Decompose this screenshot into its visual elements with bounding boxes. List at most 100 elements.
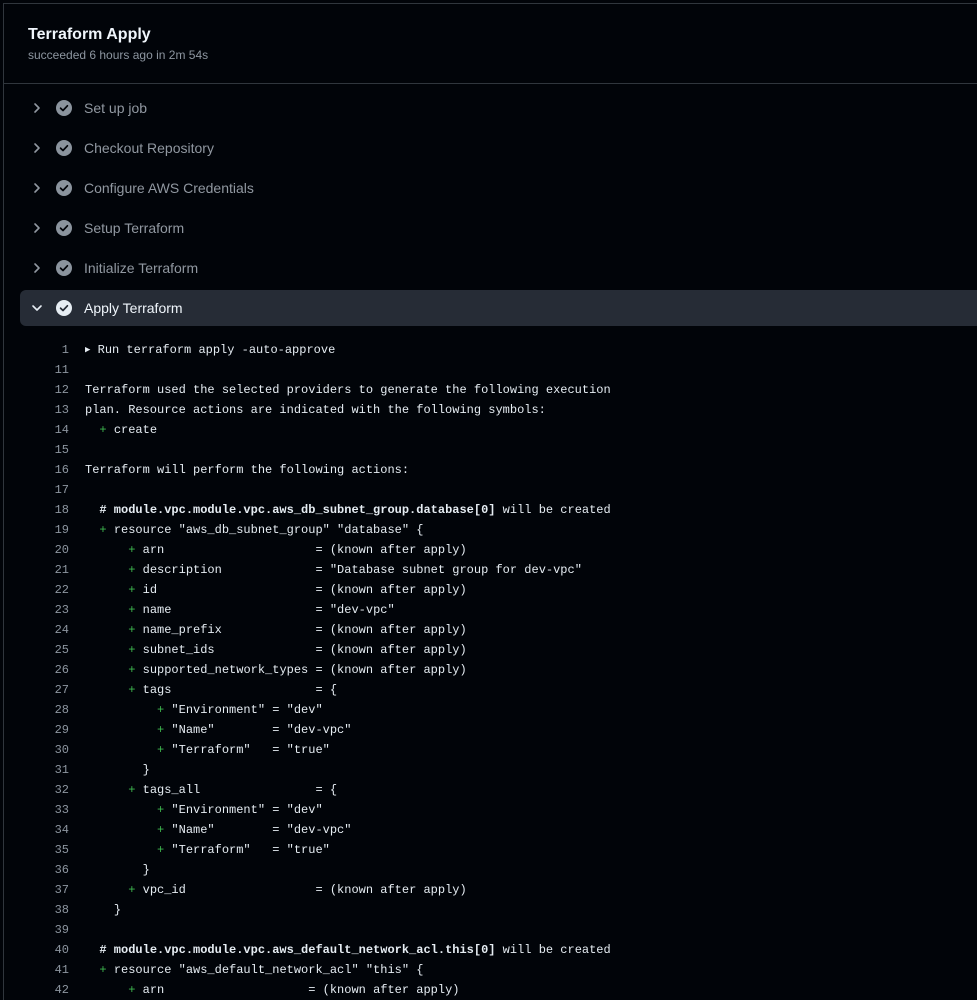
line-number[interactable]: 19 [4,520,69,540]
step-set-up-job[interactable]: Set up job [20,90,977,126]
line-number[interactable]: 14 [4,420,69,440]
log-text: + "Name" = "dev-vpc" [85,820,351,840]
log-line: 18 # module.vpc.module.vpc.aws_db_subnet… [4,500,977,520]
log-text: ▶ Run terraform apply -auto-approve [85,340,335,361]
log-line: 15 [4,440,977,460]
line-number[interactable]: 38 [4,900,69,920]
line-number[interactable]: 25 [4,640,69,660]
line-number[interactable]: 24 [4,620,69,640]
step-label: Apply Terraform [84,300,183,316]
log-content: plan. Resource actions are indicated wit… [85,403,546,417]
log-line: 14 + create [4,420,977,440]
log-content: name_prefix = (known after apply) [142,623,467,637]
line-number[interactable]: 41 [4,960,69,980]
diff-plus-marker: + [128,683,136,697]
log-content: Run terraform apply -auto-approve [97,343,336,357]
line-number[interactable]: 17 [4,480,69,500]
log-line: 36 } [4,860,977,880]
line-number[interactable]: 13 [4,400,69,420]
step-setup-terraform[interactable]: Setup Terraform [20,210,977,246]
job-status-summary: succeeded 6 hours ago in 2m 54s [28,48,209,62]
log-line: 11 [4,360,977,380]
log-content: resource "aws_default_network_acl" "this… [113,963,424,977]
step-label: Setup Terraform [84,220,185,236]
line-number[interactable]: 26 [4,660,69,680]
log-text: + "Environment" = "dev" [85,800,323,820]
line-number[interactable]: 33 [4,800,69,820]
step-configure-aws-credentials[interactable]: Configure AWS Credentials [20,170,977,206]
line-number[interactable]: 16 [4,460,69,480]
diff-plus-marker: + [157,743,165,757]
chevron-right-icon[interactable] [29,140,45,156]
chevron-right-icon[interactable] [29,260,45,276]
step-initialize-terraform[interactable]: Initialize Terraform [20,250,977,286]
step-apply-terraform[interactable]: Apply Terraform [20,290,977,326]
log-content: tags = { [142,683,338,697]
line-number[interactable]: 21 [4,560,69,580]
diff-plus-marker: + [157,703,165,717]
log-line: 38 } [4,900,977,920]
line-number[interactable]: 29 [4,720,69,740]
job-header: Terraform Apply succeeded 6 hours ago in… [4,4,977,84]
chevron-right-icon[interactable] [29,220,45,236]
log-text: + create [85,420,157,440]
line-number[interactable]: 1 [4,340,69,360]
log-content: description = "Database subnet group for… [142,563,582,577]
log-line: 35 + "Terraform" = "true" [4,840,977,860]
log-line: 34 + "Name" = "dev-vpc" [4,820,977,840]
log-text: + supported_network_types = (known after… [85,660,466,680]
check-circle-icon [56,220,72,236]
check-circle-icon [56,260,72,276]
check-circle-icon [56,100,72,116]
line-number[interactable]: 22 [4,580,69,600]
step-log: 1 ▶ Run terraform apply -auto-approve 11 12… [4,340,977,1000]
log-content: "Name" = "dev-vpc" [171,823,352,837]
chevron-right-icon[interactable] [29,180,45,196]
line-number[interactable]: 30 [4,740,69,760]
log-content: "Name" = "dev-vpc" [171,723,352,737]
line-number[interactable]: 40 [4,940,69,960]
check-circle-icon [56,140,72,156]
line-number[interactable]: 34 [4,820,69,840]
chevron-down-icon[interactable] [29,300,45,316]
line-number[interactable]: 12 [4,380,69,400]
line-number[interactable]: 27 [4,680,69,700]
line-number[interactable]: 28 [4,700,69,720]
step-checkout-repository[interactable]: Checkout Repository [20,130,977,166]
diff-plus-marker: + [128,563,136,577]
line-number[interactable]: 39 [4,920,69,940]
log-line: 33 + "Environment" = "dev" [4,800,977,820]
line-number[interactable]: 23 [4,600,69,620]
log-text: } [85,760,150,780]
log-text: Terraform used the selected providers to… [85,380,611,400]
line-number[interactable]: 15 [4,440,69,460]
line-number[interactable]: 11 [4,360,69,380]
log-content: name = "dev-vpc" [142,603,395,617]
log-content: create [113,423,158,437]
log-text: + "Terraform" = "true" [85,840,330,860]
job-title: Terraform Apply [28,26,151,43]
log-line: 17 [4,480,977,500]
log-text: + id = (known after apply) [85,580,467,600]
line-number[interactable]: 20 [4,540,69,560]
log-content: id = (known after apply) [142,583,467,597]
diff-plus-marker: + [128,603,136,617]
log-text: + "Terraform" = "true" [85,740,330,760]
triangle-right-icon[interactable]: ▶ [85,345,90,355]
log-text: + tags = { [85,680,337,700]
log-text: + "Name" = "dev-vpc" [85,720,351,740]
log-line: 21 + description = "Database subnet grou… [4,560,977,580]
chevron-right-icon[interactable] [29,100,45,116]
line-number[interactable]: 18 [4,500,69,520]
line-number[interactable]: 31 [4,760,69,780]
line-number[interactable]: 37 [4,880,69,900]
log-line: 22 + id = (known after apply) [4,580,977,600]
log-content: "Environment" = "dev" [171,803,323,817]
line-number[interactable]: 42 [4,980,69,1000]
check-circle-icon [56,180,72,196]
log-line: 37 + vpc_id = (known after apply) [4,880,977,900]
log-text: + resource "aws_default_network_acl" "th… [85,960,423,980]
line-number[interactable]: 36 [4,860,69,880]
line-number[interactable]: 32 [4,780,69,800]
line-number[interactable]: 35 [4,840,69,860]
